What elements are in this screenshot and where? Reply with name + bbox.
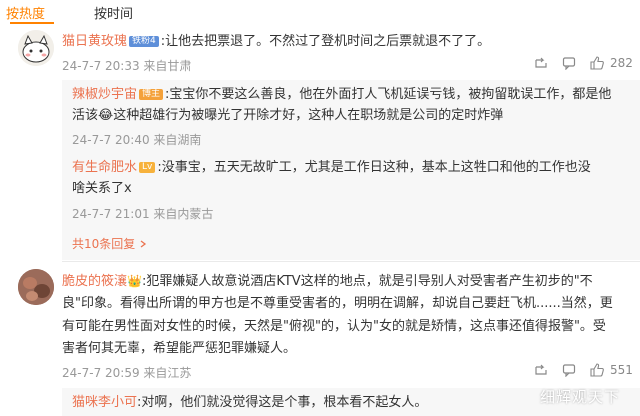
- comment-2-line-1: 脆皮的筱瀼👑:犯罪嫌疑人故意说酒店KTV这样的地点，就是引导别人对受害者产生初步…: [62, 272, 593, 291]
- fan-badge: 铁粉4: [129, 36, 159, 47]
- comment-text: :犯罪嫌疑人故意说酒店KTV这样的地点，就是引导别人对受害者产生初步的"不: [141, 274, 593, 289]
- comment-2-line-4: 害者何其无辜，希望能严惩犯罪嫌疑人。: [62, 341, 297, 356]
- comment-author[interactable]: 猫日黄玫瑰: [62, 34, 127, 49]
- share-icon: [535, 364, 547, 375]
- share-icon: [535, 57, 547, 68]
- chevron-right-icon: [140, 240, 147, 248]
- comment-meta: 24-7-7 20:59 来自江苏: [62, 366, 192, 380]
- comment-icon: [562, 57, 576, 70]
- share-button[interactable]: [534, 363, 548, 377]
- share-button[interactable]: [534, 56, 548, 70]
- divider: [62, 261, 640, 262]
- tab-by-time[interactable]: 按时间: [94, 3, 133, 22]
- like-button[interactable]: 282: [590, 56, 633, 70]
- reply-2-line-1: 有生命肥水 Lv:没事宝，五天无故旷工，尤其是工作日这种，基本上这牲口和他的工作也…: [72, 158, 591, 177]
- thumbs-up-icon: [590, 363, 604, 377]
- more-replies-label: 共10条回复: [72, 237, 136, 251]
- avatar[interactable]: [18, 269, 54, 305]
- comment-text: :让他去把票退了。不然过了登机时间之后票就退不了了。: [160, 34, 491, 49]
- reply-2-line-2: 啥关系了x: [72, 181, 132, 196]
- level-badge: Lv: [139, 162, 156, 173]
- comment-button[interactable]: [562, 56, 576, 70]
- comment-actions: 551: [520, 363, 633, 377]
- comment-actions: 282: [520, 56, 633, 70]
- sort-tabs: 按热度 按时间: [0, 0, 640, 30]
- reply-preview-line: 猫咪李小可:对啊，他们就没觉得这是个事，根本看不起女人。: [72, 393, 427, 412]
- comment-meta: 24-7-7 20:33 来自甘肃: [62, 59, 192, 73]
- comment-button[interactable]: [562, 363, 576, 377]
- reply-1-line-1: 辣椒炒宇宙 博主:宝宝你不要这么善良，他在外面打人飞机延误亏钱，被拘留耽误工作，都…: [72, 85, 611, 104]
- avatar[interactable]: [18, 30, 54, 66]
- comment-2-line-3: 有可能在男性面对女性的时候，天然是"俯视"的，认为"女的就是矫情，这点事还值得报…: [62, 319, 606, 334]
- watermark: 细辉观天下: [540, 388, 621, 406]
- crown-emoji: 👑: [127, 274, 142, 288]
- reply-author[interactable]: 有生命肥水: [72, 160, 137, 175]
- comment-2-line-2: 良"印象。看得出所谓的甲方也是不尊重受害者的，明明在调解，却说自己要赶飞机...…: [62, 296, 613, 311]
- reply-text: :没事宝，五天无故旷工，尤其是工作日这种，基本上这牲口和他的工作也没: [157, 160, 591, 175]
- reply-text: :对啊，他们就没觉得这是个事，根本看不起女人。: [137, 395, 428, 410]
- comment-icon: [562, 364, 576, 377]
- reply-1-line-2: 活该😂这种超雄行为被曝光了开除才好，这种人在职场就是公司的定时炸弹: [72, 108, 504, 123]
- comment-1-text-line: 猫日黄玫瑰 铁粉4:让他去把票退了。不然过了登机时间之后票就退不了了。: [62, 32, 490, 51]
- view-more-replies-link[interactable]: 共10条回复: [72, 235, 147, 252]
- thumbs-up-icon: [590, 56, 604, 70]
- reply-meta: 24-7-7 20:40 来自湖南: [72, 133, 202, 147]
- like-button[interactable]: 551: [590, 363, 633, 377]
- like-count: 282: [610, 56, 633, 70]
- reply-meta: 24-7-7 21:01 来自内蒙古: [72, 207, 214, 221]
- tab-by-hot[interactable]: 按热度: [6, 3, 45, 22]
- comment-author[interactable]: 脆皮的筱瀼: [62, 274, 127, 289]
- active-tab-indicator: [10, 22, 54, 24]
- reply-author[interactable]: 猫咪李小可: [72, 395, 137, 410]
- like-count: 551: [610, 363, 633, 377]
- reply-author[interactable]: 辣椒炒宇宙: [72, 87, 137, 102]
- reply-text: :宝宝你不要这么善良，他在外面打人飞机延误亏钱，被拘留耽误工作，都是他: [165, 87, 612, 102]
- blogger-badge: 博主: [139, 89, 164, 100]
